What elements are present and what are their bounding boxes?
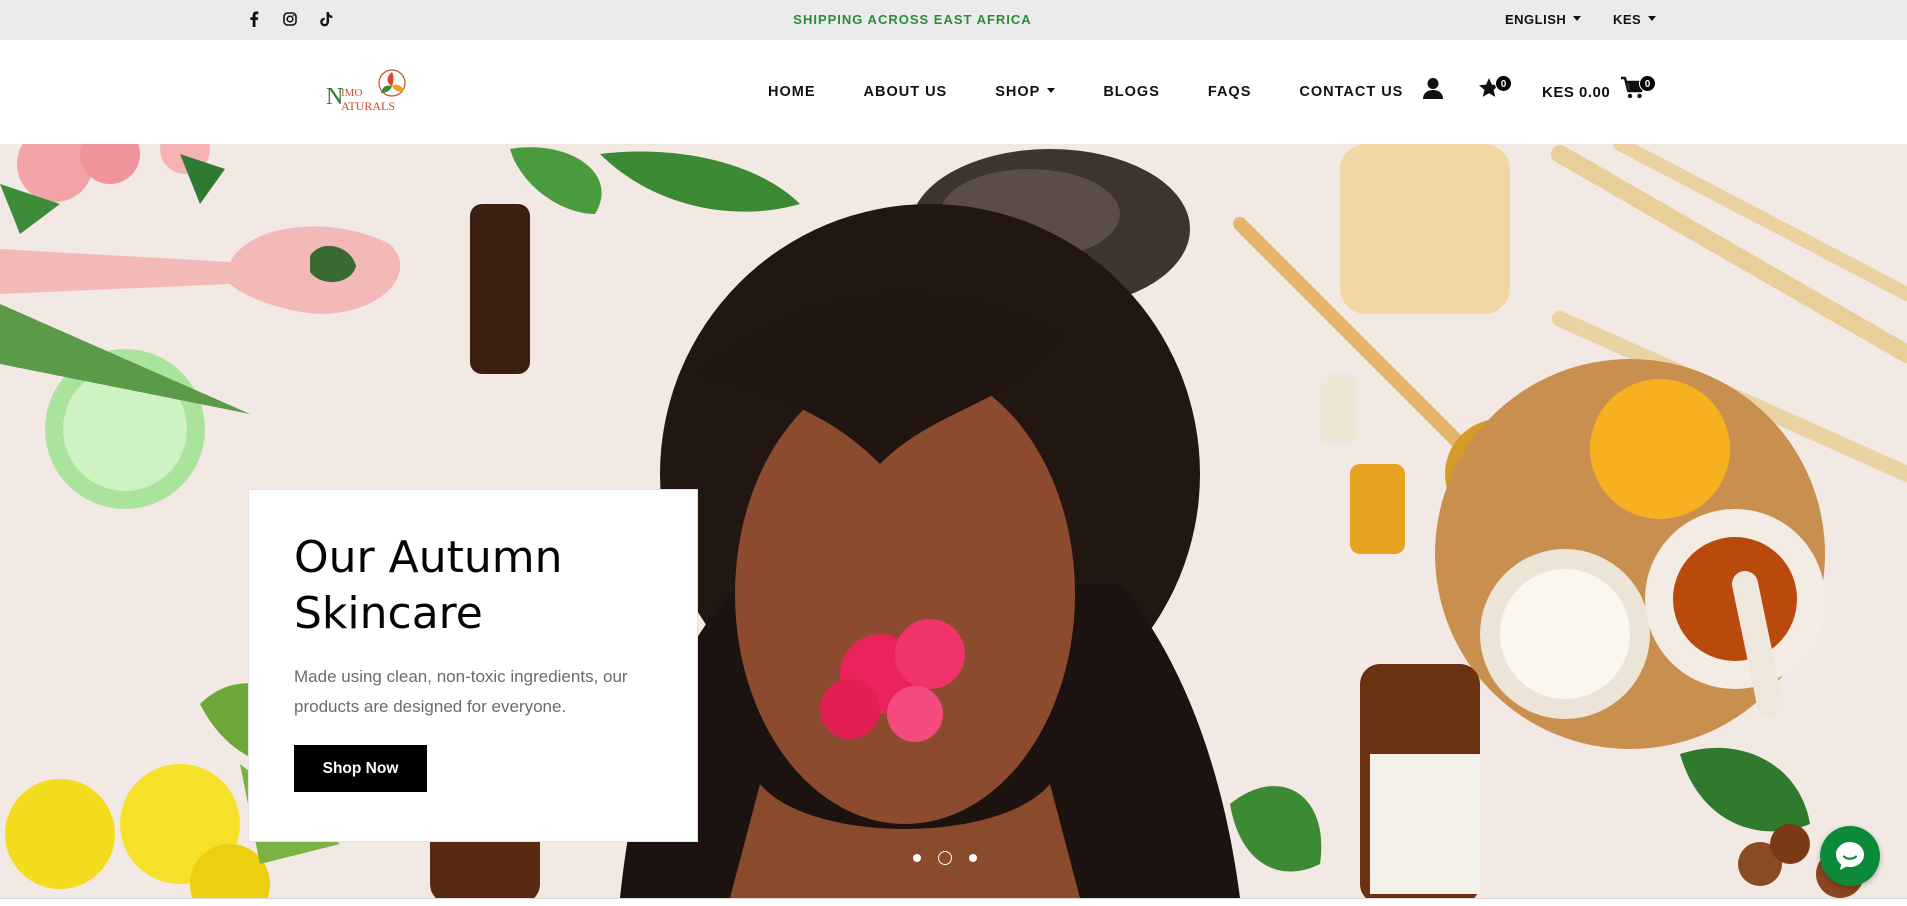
language-selector[interactable]: ENGLISH [1505, 12, 1582, 27]
nav-blogs[interactable]: BLOGS [1103, 84, 1160, 100]
hero-carousel: Our Autumn Skincare Made using clean, no… [0, 144, 1907, 898]
main-nav: HOME ABOUT US SHOP BLOGS FAQS CONTACT US [768, 84, 1403, 100]
cart-count-badge: 0 [1639, 75, 1656, 92]
carousel-indicators [913, 851, 977, 865]
carousel-dot-3[interactable] [969, 854, 977, 862]
chevron-down-icon [1648, 16, 1657, 22]
logo[interactable]: N IMO ATURALS [322, 66, 412, 120]
language-label: ENGLISH [1505, 12, 1567, 27]
hero-title: Our Autumn Skincare [294, 532, 563, 639]
carousel-dot-2-active[interactable] [938, 851, 952, 865]
nav-about-us[interactable]: ABOUT US [864, 84, 948, 100]
page-divider [0, 898, 1907, 906]
chat-bubble-icon [1836, 842, 1864, 870]
chevron-down-icon [1573, 16, 1582, 22]
chevron-down-icon [1047, 87, 1056, 93]
nav-contact-us[interactable]: CONTACT US [1299, 84, 1403, 100]
svg-text:ATURALS: ATURALS [341, 99, 395, 113]
nav-shop[interactable]: SHOP [995, 84, 1056, 100]
nav-faqs[interactable]: FAQS [1208, 84, 1251, 100]
nav-home[interactable]: HOME [768, 84, 816, 100]
chat-button[interactable] [1820, 826, 1880, 886]
currency-label: KES [1613, 12, 1642, 27]
svg-text:IMO: IMO [341, 87, 362, 99]
carousel-dot-1[interactable] [913, 854, 921, 862]
wishlist-count-badge: 0 [1495, 75, 1512, 92]
hero-promo-card: Our Autumn Skincare Made using clean, no… [248, 489, 698, 842]
nav-shop-label: SHOP [995, 84, 1041, 100]
user-icon[interactable] [1422, 77, 1444, 101]
top-bar: SHIPPING ACROSS EAST AFRICA ENGLISH KES [0, 0, 1907, 40]
hero-subtitle: Made using clean, non-toxic ingredients,… [294, 667, 628, 716]
shop-now-button[interactable]: Shop Now [294, 745, 427, 792]
currency-selector[interactable]: KES [1613, 12, 1657, 27]
site-header: N IMO ATURALS HOME ABOUT US SHOP BLOGS F… [0, 40, 1907, 144]
cart-total[interactable]: KES 0.00 [1542, 84, 1610, 101]
